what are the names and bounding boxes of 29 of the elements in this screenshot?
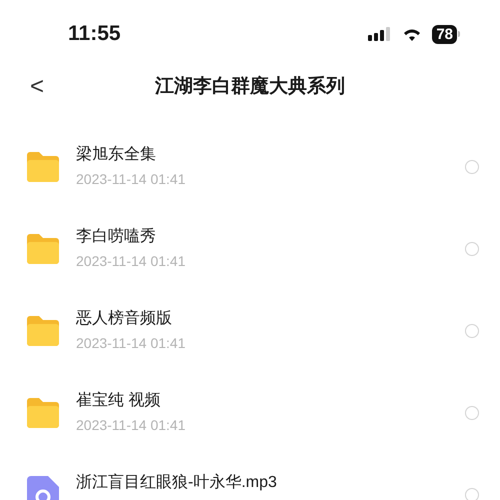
signal-icon xyxy=(368,27,392,41)
file-row[interactable]: 李白唠嗑秀 2023-11-14 01:41 xyxy=(0,208,500,290)
page-title: 江湖李白群魔大典系列 xyxy=(155,74,345,99)
file-date: 2023-11-14 01:41 xyxy=(76,252,186,271)
folder-icon xyxy=(25,150,61,182)
file-row[interactable]: 崔宝纯 视频 2023-11-14 01:41 xyxy=(0,372,500,454)
folder-icon xyxy=(25,232,61,264)
file-name: 恶人榜音频版 xyxy=(76,308,173,329)
select-radio[interactable] xyxy=(465,160,479,174)
file-date: 2023-11-14 01:41 xyxy=(76,334,186,353)
folder-icon xyxy=(25,396,61,428)
file-row[interactable]: 恶人榜音频版 2023-11-14 01:41 xyxy=(0,290,500,372)
battery-level: 78 xyxy=(432,24,457,44)
file-name: 崔宝纯 视频 xyxy=(76,390,162,411)
file-row[interactable]: 浙江盲目红眼狼-叶永华.mp3 xyxy=(0,454,500,500)
wifi-icon xyxy=(402,27,422,41)
select-radio[interactable] xyxy=(465,406,479,420)
file-date: 2023-11-14 01:41 xyxy=(76,170,186,189)
file-date: 2023-11-14 01:41 xyxy=(76,416,186,435)
select-radio[interactable] xyxy=(465,488,479,500)
folder-icon xyxy=(25,314,61,346)
file-row[interactable]: 梁旭东全集 2023-11-14 01:41 xyxy=(0,126,500,208)
select-radio[interactable] xyxy=(465,324,479,338)
status-time: 11:55 xyxy=(68,21,121,48)
select-radio[interactable] xyxy=(465,242,479,256)
file-name: 梁旭东全集 xyxy=(76,144,157,165)
back-button[interactable]: < xyxy=(30,75,44,99)
file-name: 浙江盲目红眼狼-叶永华.mp3 xyxy=(76,472,278,493)
file-name: 李白唠嗑秀 xyxy=(76,226,157,247)
